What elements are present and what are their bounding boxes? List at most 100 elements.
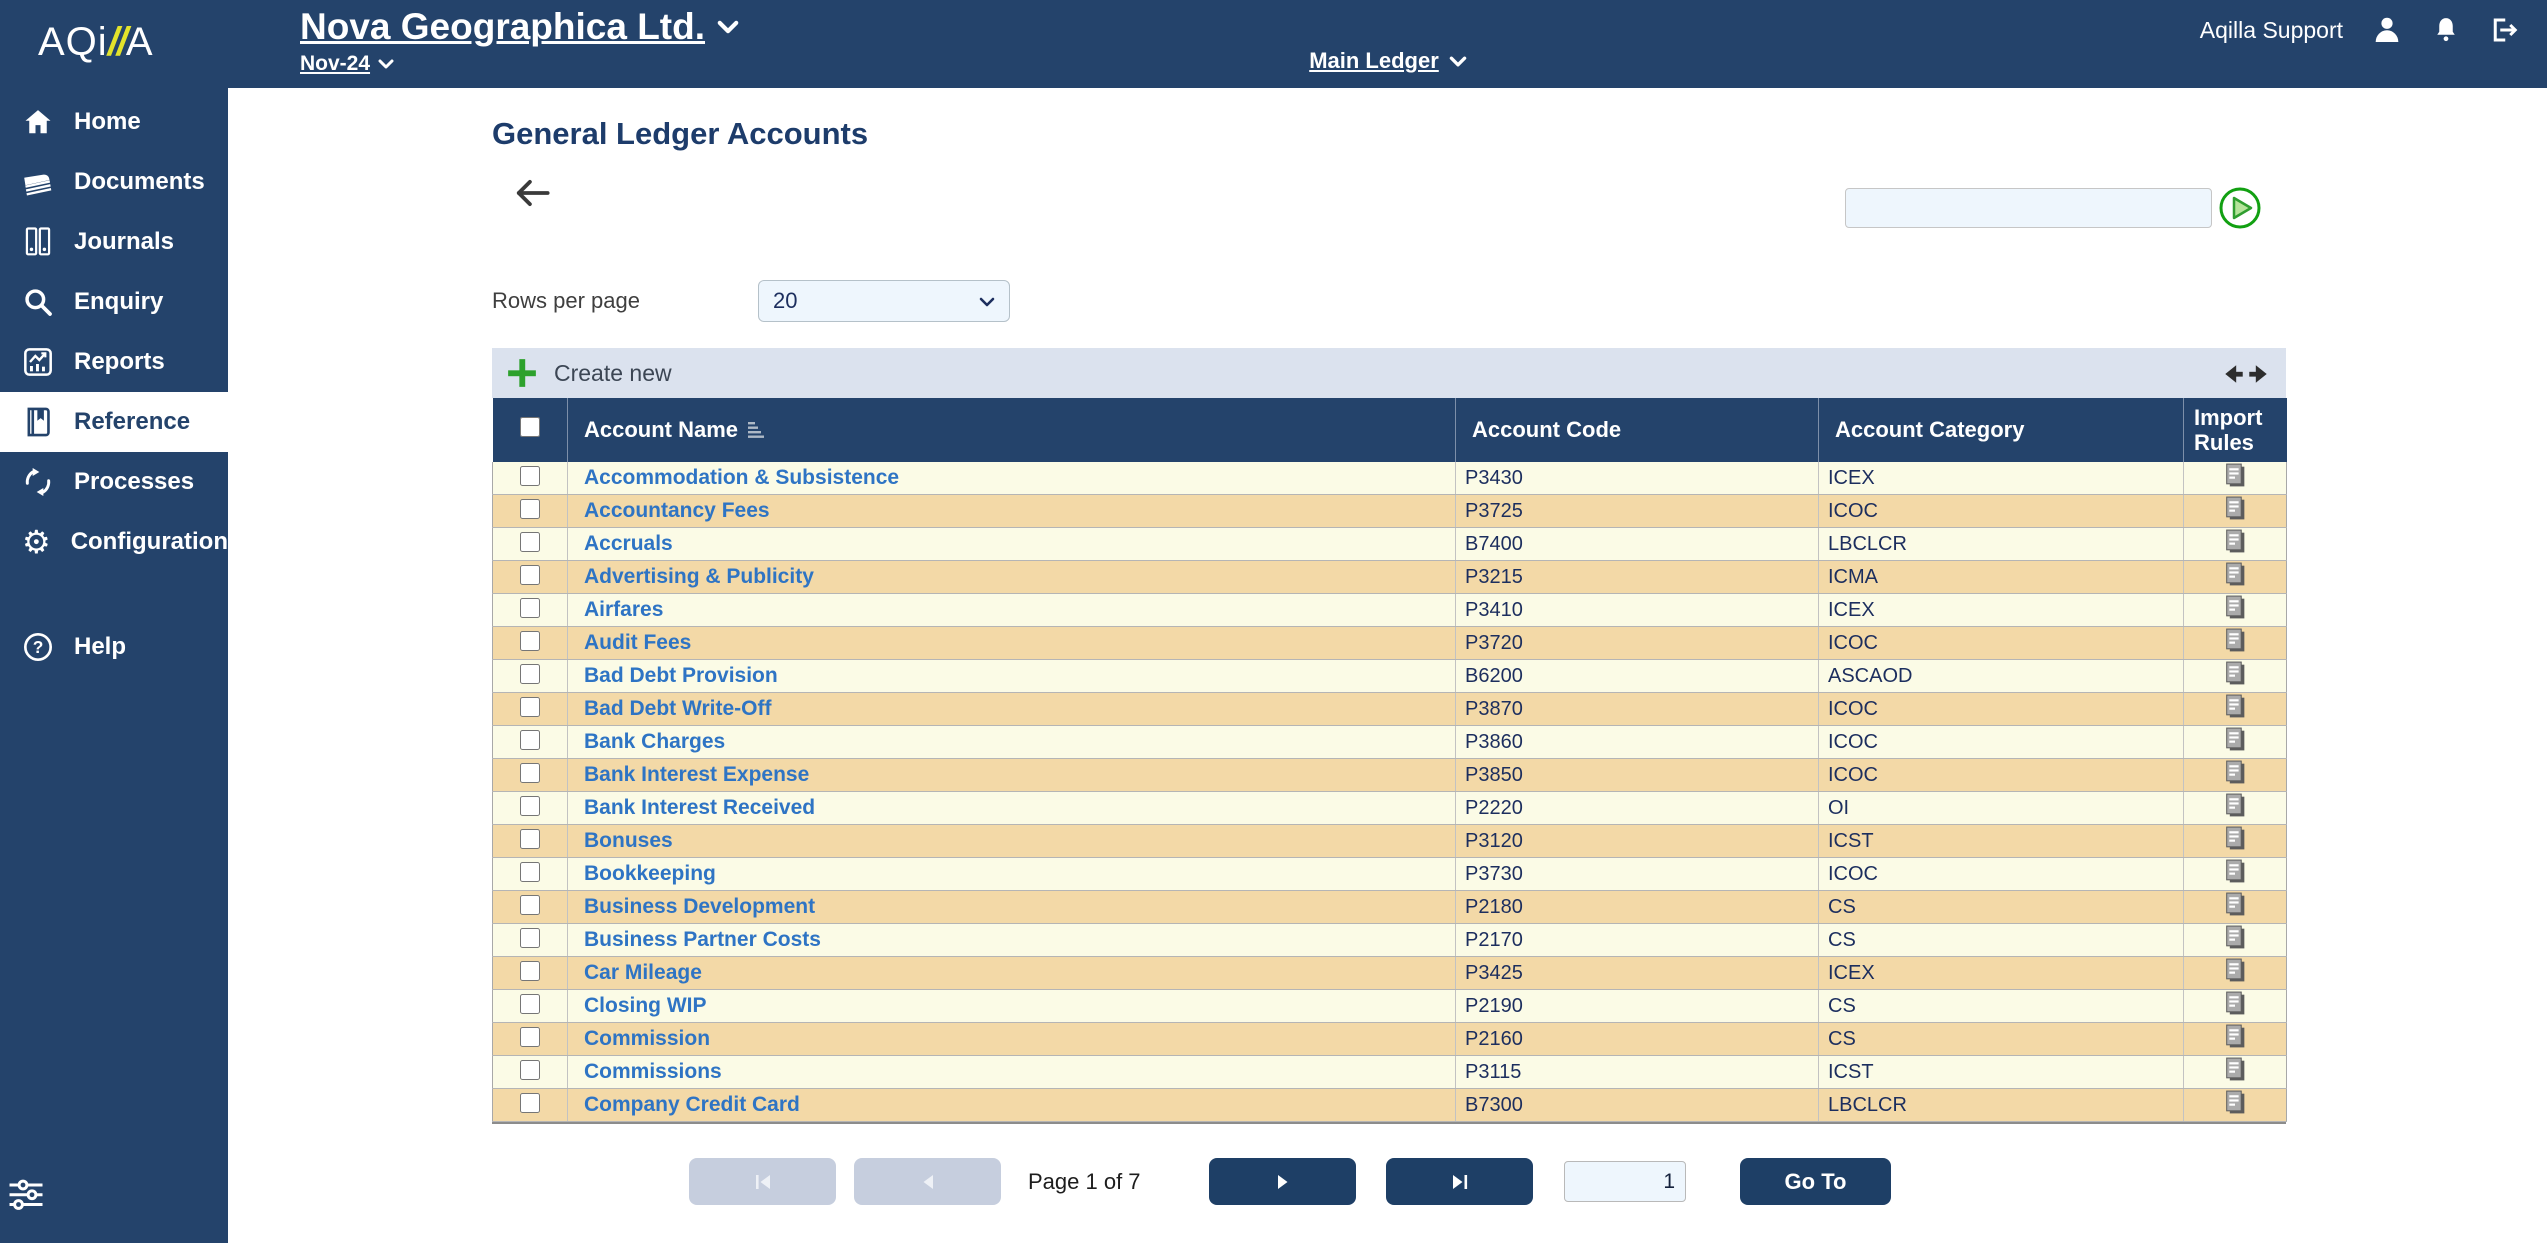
row-checkbox[interactable]	[520, 499, 540, 519]
column-header-account-category[interactable]: Account Category	[1819, 398, 2184, 462]
import-rules-icon[interactable]	[2223, 759, 2247, 786]
play-icon	[2218, 186, 2262, 230]
back-button[interactable]	[511, 178, 551, 213]
next-page-button[interactable]	[1209, 1158, 1356, 1205]
account-name-link[interactable]: Accruals	[568, 532, 673, 555]
account-name-link[interactable]: Company Credit Card	[568, 1093, 800, 1116]
import-rules-icon[interactable]	[2223, 924, 2247, 951]
account-name-link[interactable]: Business Development	[568, 895, 815, 918]
import-rules-icon[interactable]	[2223, 528, 2247, 555]
company-name[interactable]: Nova Geographica Ltd.	[300, 6, 705, 48]
row-checkbox[interactable]	[520, 565, 540, 585]
company-selector[interactable]: Nova Geographica Ltd.	[300, 6, 739, 48]
row-checkbox[interactable]	[520, 961, 540, 981]
import-rules-icon[interactable]	[2223, 495, 2247, 522]
import-rules-icon[interactable]	[2223, 957, 2247, 984]
row-checkbox[interactable]	[520, 829, 540, 849]
row-checkbox[interactable]	[520, 1060, 540, 1080]
row-checkbox[interactable]	[520, 466, 540, 486]
logout-icon[interactable]	[2489, 15, 2519, 45]
account-name-link[interactable]: Accommodation & Subsistence	[568, 466, 899, 489]
table-row: Closing WIP P2190 CS	[493, 990, 2287, 1023]
account-name-link[interactable]: Business Partner Costs	[568, 928, 821, 951]
row-checkbox[interactable]	[520, 532, 540, 552]
previous-page-button[interactable]	[854, 1158, 1001, 1205]
create-new-button[interactable]: Create new	[554, 360, 672, 387]
row-checkbox[interactable]	[520, 994, 540, 1014]
row-checkbox[interactable]	[520, 763, 540, 783]
sidebar-item-journals[interactable]: Journals	[0, 212, 228, 272]
column-header-account-name[interactable]: Account Name	[568, 398, 1456, 462]
account-name-link[interactable]: Accountancy Fees	[568, 499, 770, 522]
import-rules-icon[interactable]	[2223, 693, 2247, 720]
sidebar-item-enquiry[interactable]: Enquiry	[0, 272, 228, 332]
ledger-name[interactable]: Main Ledger	[1309, 48, 1439, 74]
import-rules-icon[interactable]	[2223, 792, 2247, 819]
import-rules-icon[interactable]	[2223, 1023, 2247, 1050]
row-checkbox[interactable]	[520, 730, 540, 750]
row-checkbox[interactable]	[520, 1093, 540, 1113]
account-name-link[interactable]: Audit Fees	[568, 631, 691, 654]
row-checkbox[interactable]	[520, 631, 540, 651]
row-checkbox[interactable]	[520, 598, 540, 618]
account-name-link[interactable]: Bank Charges	[568, 730, 725, 753]
account-name-link[interactable]: Bank Interest Received	[568, 796, 815, 819]
row-checkbox[interactable]	[520, 1027, 540, 1047]
import-rules-icon[interactable]	[2223, 594, 2247, 621]
import-rules-icon[interactable]	[2223, 1089, 2247, 1116]
sidebar-item-reference[interactable]: Reference	[0, 392, 228, 452]
resize-columns-icon[interactable]	[2224, 362, 2268, 386]
sidebar-item-configuration[interactable]: ⚙ Configuration	[0, 512, 228, 572]
account-name-link[interactable]: Airfares	[568, 598, 663, 621]
column-header-import-rules[interactable]: Import Rules	[2184, 398, 2287, 462]
import-rules-icon[interactable]	[2223, 660, 2247, 687]
account-name-link[interactable]: Bank Interest Expense	[568, 763, 809, 786]
select-all-checkbox[interactable]	[520, 417, 540, 437]
row-checkbox[interactable]	[520, 862, 540, 882]
row-checkbox-cell	[493, 660, 568, 693]
import-rules-icon[interactable]	[2223, 891, 2247, 918]
row-checkbox[interactable]	[520, 796, 540, 816]
import-rules-icon[interactable]	[2223, 561, 2247, 588]
account-name-link[interactable]: Bad Debt Provision	[568, 664, 778, 687]
period-value[interactable]: Nov-24	[300, 52, 370, 76]
rows-per-page-select[interactable]: 20	[758, 280, 1010, 322]
import-rules-icon[interactable]	[2223, 990, 2247, 1017]
account-name-link[interactable]: Advertising & Publicity	[568, 565, 814, 588]
filter-sliders-icon[interactable]	[6, 1176, 46, 1217]
account-name-link[interactable]: Commissions	[568, 1060, 722, 1083]
import-rules-icon[interactable]	[2223, 627, 2247, 654]
sidebar-item-processes[interactable]: Processes	[0, 452, 228, 512]
period-selector[interactable]: Nov-24	[300, 52, 394, 76]
account-name-link[interactable]: Commission	[568, 1027, 710, 1050]
sidebar-item-reports[interactable]: Reports	[0, 332, 228, 392]
bell-icon[interactable]	[2431, 14, 2461, 46]
import-rules-icon[interactable]	[2223, 462, 2247, 489]
first-page-button[interactable]	[689, 1158, 836, 1205]
import-rules-icon[interactable]	[2223, 858, 2247, 885]
import-rules-icon[interactable]	[2223, 825, 2247, 852]
run-search-button[interactable]	[2218, 186, 2262, 230]
account-name-link[interactable]: Bookkeeping	[568, 862, 716, 885]
ledger-selector[interactable]: Main Ledger	[1238, 48, 1538, 74]
sidebar-item-help[interactable]: ? Help	[0, 617, 228, 677]
plus-icon[interactable]	[506, 357, 538, 389]
last-page-button[interactable]	[1386, 1158, 1533, 1205]
sidebar-item-home[interactable]: Home	[0, 92, 228, 152]
row-checkbox[interactable]	[520, 664, 540, 684]
import-rules-icon[interactable]	[2223, 726, 2247, 753]
account-name-link[interactable]: Closing WIP	[568, 994, 707, 1017]
column-header-account-code[interactable]: Account Code	[1456, 398, 1819, 462]
row-checkbox[interactable]	[520, 697, 540, 717]
row-checkbox[interactable]	[520, 928, 540, 948]
import-rules-icon[interactable]	[2223, 1056, 2247, 1083]
goto-page-button[interactable]: Go To	[1740, 1158, 1891, 1205]
row-checkbox[interactable]	[520, 895, 540, 915]
sidebar-item-documents[interactable]: Documents	[0, 152, 228, 212]
account-name-link[interactable]: Car Mileage	[568, 961, 702, 984]
account-name-link[interactable]: Bonuses	[568, 829, 673, 852]
user-icon[interactable]	[2371, 14, 2403, 46]
goto-page-input[interactable]	[1564, 1161, 1686, 1202]
account-name-link[interactable]: Bad Debt Write-Off	[568, 697, 771, 720]
search-input[interactable]	[1845, 188, 2212, 228]
